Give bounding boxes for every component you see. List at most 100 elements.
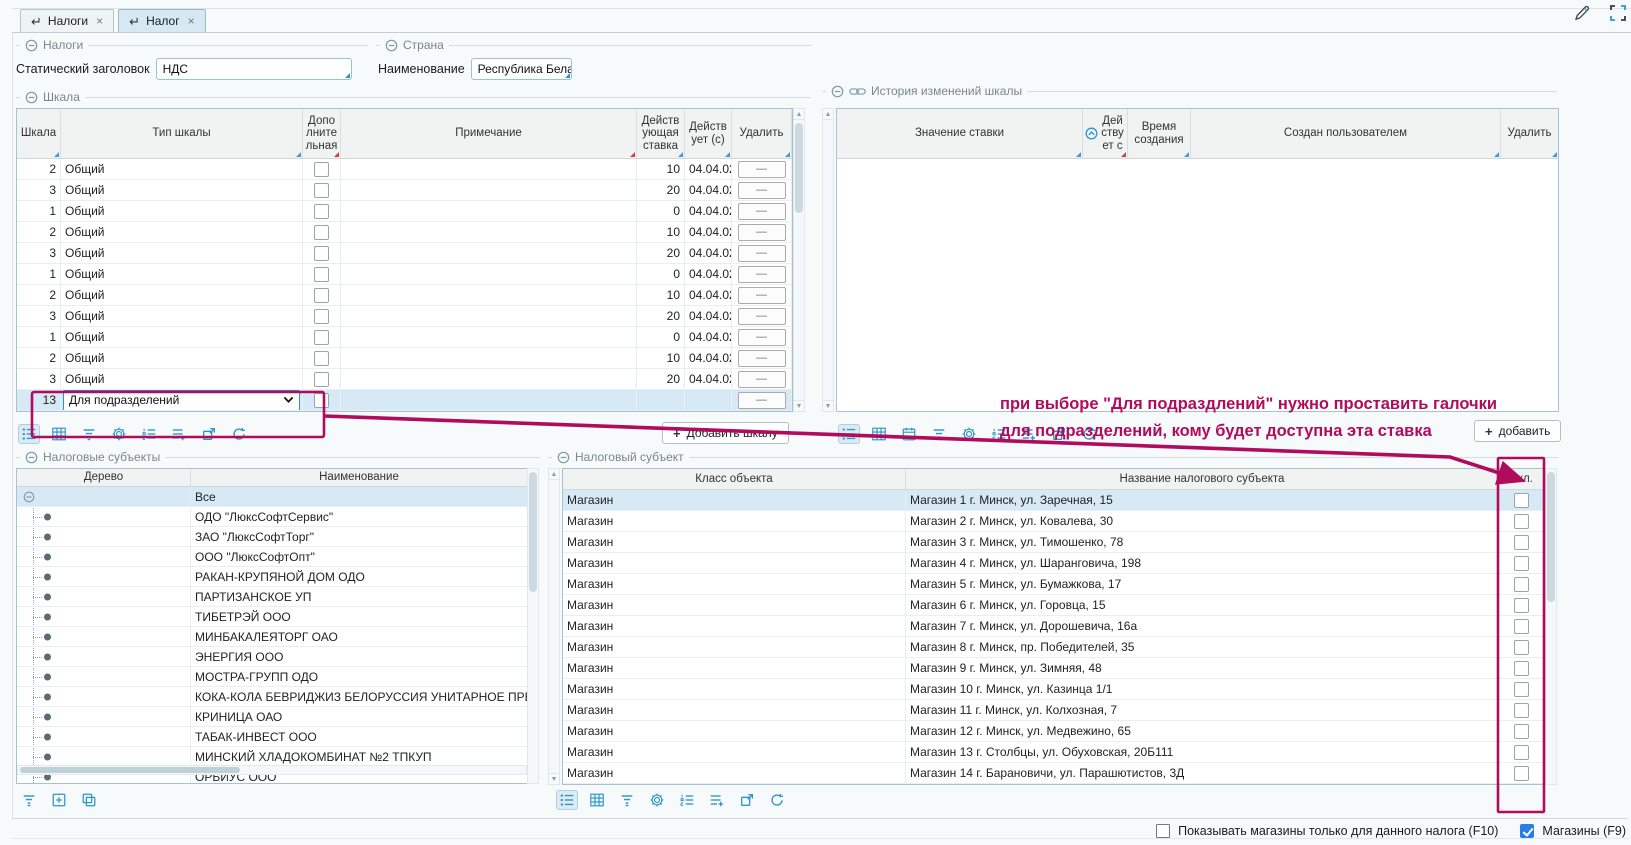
enabled-checkbox[interactable] xyxy=(1514,493,1529,508)
col-subject-name[interactable]: Название налогового субъекта xyxy=(906,469,1499,489)
delete-row-button[interactable]: — xyxy=(738,224,786,241)
scale-row[interactable]: 3 Общий 20 04.04.02 — xyxy=(17,306,792,327)
filter-icon[interactable] xyxy=(928,424,950,444)
scale-vertical-scrollbar[interactable] xyxy=(793,108,805,412)
col-tree[interactable]: Дерево xyxy=(17,469,191,486)
tree-vertical-scrollbar[interactable] xyxy=(527,468,539,784)
scale-row[interactable]: 3 Общий 20 04.04.02 — xyxy=(17,180,792,201)
col-note[interactable]: Примечание xyxy=(341,109,637,158)
col-created-by[interactable]: Создан пользователем xyxy=(1191,109,1501,158)
enabled-checkbox[interactable] xyxy=(1514,535,1529,550)
scale-row[interactable]: 1 Общий 0 04.04.02 — xyxy=(17,201,792,222)
tree-row[interactable]: МИНСКИЙ ХЛАДОКОМБИНАТ №2 ТПКУП xyxy=(17,747,527,767)
additional-checkbox[interactable] xyxy=(314,246,329,261)
tab-nalogi[interactable]: ↵ Налоги × xyxy=(20,9,114,32)
scale-row[interactable]: 3 Общий 20 04.04.02 — xyxy=(17,243,792,264)
shops-checkbox[interactable] xyxy=(1520,824,1534,838)
subject-row[interactable]: Магазин Магазин 13 г. Столбцы, ул. Обухо… xyxy=(563,742,1544,763)
additional-checkbox[interactable] xyxy=(314,288,329,303)
scroll-up-arrow[interactable]: ▲ xyxy=(548,468,560,480)
delete-row-button[interactable]: — xyxy=(738,245,786,262)
enabled-checkbox[interactable] xyxy=(1514,640,1529,655)
scale-row[interactable]: 3 Общий 20 04.04.02 — xyxy=(17,369,792,390)
gear-icon[interactable] xyxy=(108,424,130,444)
delete-row-button[interactable]: — xyxy=(738,371,786,388)
filter-icon[interactable] xyxy=(18,790,40,810)
delete-row-button[interactable]: — xyxy=(738,287,786,304)
gear-icon[interactable] xyxy=(646,790,668,810)
subject-row[interactable]: Магазин Магазин 14 г. Барановичи, ул. Па… xyxy=(563,763,1544,784)
list-add-icon[interactable] xyxy=(168,424,190,444)
col-name[interactable]: Наименование xyxy=(191,469,527,486)
subject-row[interactable]: Магазин Магазин 6 г. Минск, ул. Горовца,… xyxy=(563,595,1544,616)
scroll-down-arrow[interactable]: ▼ xyxy=(548,773,560,785)
enabled-checkbox[interactable] xyxy=(1514,682,1529,697)
grid-view-icon[interactable] xyxy=(586,790,608,810)
gear-icon[interactable] xyxy=(958,424,980,444)
col-delete[interactable]: Удалить xyxy=(1501,109,1558,158)
enabled-checkbox[interactable] xyxy=(1514,745,1529,760)
additional-checkbox[interactable] xyxy=(314,162,329,177)
tree-horizontal-scrollbar[interactable] xyxy=(17,765,527,775)
collapse-icon[interactable] xyxy=(25,451,38,464)
enabled-checkbox[interactable] xyxy=(1514,724,1529,739)
add-icon[interactable] xyxy=(48,790,70,810)
scrollbar-thumb[interactable] xyxy=(795,123,803,213)
tree-row[interactable]: ТАБАК-ИНВЕСТ ООО xyxy=(17,727,527,747)
add-scale-button[interactable]: + Добавить шкалу xyxy=(662,422,789,444)
tree-row[interactable]: ЗАО "ЛюксСофтТорг" xyxy=(17,527,527,547)
additional-checkbox[interactable] xyxy=(314,183,329,198)
show-only-checkbox[interactable] xyxy=(1156,824,1170,838)
col-scale-type[interactable]: Тип шкалы xyxy=(61,109,303,158)
col-enabled[interactable]: Вкл. xyxy=(1499,469,1544,489)
refresh-icon[interactable] xyxy=(766,790,788,810)
filter-icon[interactable] xyxy=(616,790,638,810)
list-add-icon[interactable] xyxy=(706,790,728,810)
tree-row[interactable]: РАКАН-КРУПЯНОЙ ДОМ ОДО xyxy=(17,567,527,587)
scale-type-dropdown[interactable]: Для подразделений xyxy=(63,390,300,410)
scale-row[interactable]: 1 Общий 0 04.04.02 — xyxy=(17,264,792,285)
refresh-icon[interactable] xyxy=(228,424,250,444)
additional-checkbox[interactable] xyxy=(314,372,329,387)
subject-row[interactable]: Магазин Магазин 4 г. Минск, ул. Шарангов… xyxy=(563,553,1544,574)
close-icon[interactable]: × xyxy=(96,15,103,27)
col-created-time[interactable]: Время создания xyxy=(1128,109,1191,158)
enabled-checkbox[interactable] xyxy=(1514,766,1529,781)
enabled-checkbox[interactable] xyxy=(1514,619,1529,634)
additional-checkbox[interactable] xyxy=(314,225,329,240)
additional-checkbox[interactable] xyxy=(314,393,329,408)
subject-left-scrollbar[interactable] xyxy=(548,468,560,785)
collapse-icon[interactable] xyxy=(25,91,38,104)
numbered-list-icon[interactable] xyxy=(138,424,160,444)
copy-icon[interactable] xyxy=(78,790,100,810)
subject-row[interactable]: Магазин Магазин 12 г. Минск, ул. Медвежи… xyxy=(563,721,1544,742)
scrollbar-thumb[interactable] xyxy=(1547,472,1555,602)
tab-nalog[interactable]: ↵ Налог × xyxy=(118,9,205,32)
col-scale[interactable]: Шкала xyxy=(17,109,61,158)
collapse-icon[interactable] xyxy=(831,85,844,98)
col-effective-from[interactable]: Действует с xyxy=(1083,109,1128,158)
scroll-up-arrow[interactable]: ▲ xyxy=(793,108,805,120)
list-view-icon[interactable] xyxy=(838,424,860,444)
subject-row[interactable]: Магазин Магазин 5 г. Минск, ул. Бумажков… xyxy=(563,574,1544,595)
additional-checkbox[interactable] xyxy=(314,204,329,219)
col-active-rate[interactable]: Действующая ставка xyxy=(637,109,685,158)
tree-row[interactable]: КРИНИЦА ОАО xyxy=(17,707,527,727)
tree-row[interactable]: ПАРТИЗАНСКОЕ УП xyxy=(17,587,527,607)
subject-row[interactable]: Магазин Магазин 10 г. Минск, ул. Казинца… xyxy=(563,679,1544,700)
col-active-from[interactable]: Действует (с) xyxy=(685,109,732,158)
additional-checkbox[interactable] xyxy=(314,330,329,345)
tree-row[interactable]: ООО "ЛюксСофтОпт" xyxy=(17,547,527,567)
static-title-input[interactable]: НДС xyxy=(156,58,352,80)
calendar-icon[interactable] xyxy=(898,424,920,444)
scroll-down-arrow[interactable]: ▼ xyxy=(822,400,834,412)
export-icon[interactable] xyxy=(198,424,220,444)
col-delete[interactable]: Удалить xyxy=(732,109,792,158)
scroll-down-arrow[interactable]: ▼ xyxy=(793,400,805,412)
subject-row[interactable]: Магазин Магазин 8 г. Минск, пр. Победите… xyxy=(563,637,1544,658)
tree-row[interactable]: КОКА-КОЛА БЕВРИДЖИЗ БЕЛОРУССИЯ УНИТАРНОЕ… xyxy=(17,687,527,707)
subject-row[interactable]: Магазин Магазин 7 г. Минск, ул. Дорошеви… xyxy=(563,616,1544,637)
additional-checkbox[interactable] xyxy=(314,267,329,282)
delete-row-button[interactable]: — xyxy=(738,161,786,178)
tree-row[interactable]: МИНБАКАЛЕЯТОРГ ОАО xyxy=(17,627,527,647)
